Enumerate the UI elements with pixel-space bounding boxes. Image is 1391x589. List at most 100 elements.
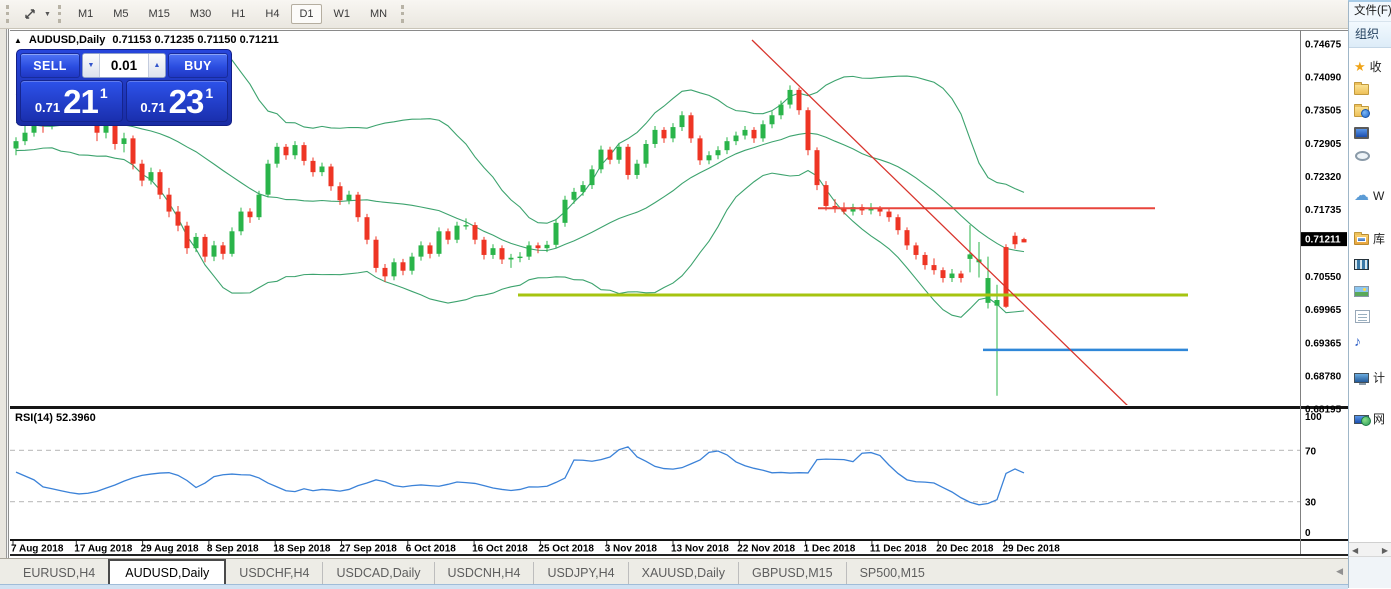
scroll-right-icon[interactable]: ▶ [1382,546,1388,555]
timeframe-button-h4[interactable]: H4 [257,4,287,24]
computer-icon [1354,373,1369,383]
explorer-item-computer[interactable]: 计 [1349,367,1391,388]
svg-text:0.68780: 0.68780 [1305,372,1342,383]
tab-eurusd-h4[interactable]: EURUSD,H4 [10,562,108,584]
tab-sp500-m15[interactable]: SP500,M15 [846,562,938,584]
timeframe-button-m30[interactable]: M30 [182,4,219,24]
recent-places-icon [1355,151,1370,161]
timeframe-button-m5[interactable]: M5 [105,4,136,24]
timeframe-button-d1[interactable]: D1 [291,4,321,24]
explorer-item-library-folder[interactable]: 库 [1349,228,1391,249]
explorer-item-desktop[interactable] [1349,122,1391,143]
svg-text:3 Nov 2018: 3 Nov 2018 [605,544,658,555]
cursor-tool-dropdown-icon[interactable]: ▼ [44,11,51,18]
date-axis[interactable]: 7 Aug 201817 Aug 201829 Aug 20188 Sep 20… [11,541,1060,555]
tab-usdjpy-h4[interactable]: USDJPY,H4 [533,562,627,584]
svg-text:100: 100 [1305,412,1322,423]
collapse-one-click-icon[interactable]: ▲ [14,36,22,45]
svg-text:0.71735: 0.71735 [1305,205,1342,216]
buy-price-display[interactable]: 0.71 23 1 [126,80,229,122]
network-icon [1354,415,1369,424]
svg-text:13 Nov 2018: 13 Nov 2018 [671,544,729,555]
explorer-item-label: 网 [1373,410,1385,427]
one-click-trading-panel: SELL ▼ 0.01 ▲ BUY 0.71 21 1 0.71 23 1 [16,49,232,126]
tab-usdchf-h4[interactable]: USDCHF,H4 [226,562,322,584]
explorer-item-label: 计 [1373,369,1385,386]
explorer-item-favorites-star[interactable]: ★收 [1349,56,1391,77]
explorer-item-picture[interactable] [1349,280,1391,301]
svg-text:20 Dec 2018: 20 Dec 2018 [936,544,994,555]
explorer-h-scrollbar[interactable]: ◀ ▶ [1349,542,1391,557]
svg-text:8 Sep 2018: 8 Sep 2018 [207,544,259,555]
document-icon [1355,310,1370,323]
svg-text:7 Aug 2018: 7 Aug 2018 [11,544,64,555]
favorites-star-icon: ★ [1354,60,1366,73]
volume-stepper: ▼ 0.01 ▲ [82,53,166,78]
explorer-nav-pane: ★收 ☁W 库 ♪ 计网 [1349,48,1391,429]
svg-text:0.70550: 0.70550 [1305,272,1342,283]
scroll-left-icon[interactable]: ◀ [1352,546,1358,555]
svg-text:0.74090: 0.74090 [1305,72,1342,83]
svg-text:0.69365: 0.69365 [1305,339,1342,350]
explorer-item-music[interactable]: ♪ [1349,330,1391,351]
svg-text:16 Oct 2018: 16 Oct 2018 [472,544,528,555]
buy-button[interactable]: BUY [168,53,228,78]
chart-left-border [0,29,10,588]
svg-text:0.73505: 0.73505 [1305,105,1342,116]
volume-decrease-icon[interactable]: ▼ [83,54,100,77]
svg-text:22 Nov 2018: 22 Nov 2018 [737,544,795,555]
price-axis[interactable]: 0.746750.740900.735050.729050.723200.717… [1301,40,1347,540]
diagonal-arrows-icon [23,7,37,21]
explorer-file-menu[interactable]: 文件(F) [1349,2,1391,22]
svg-text:29 Dec 2018: 29 Dec 2018 [1003,544,1061,555]
svg-text:70: 70 [1305,446,1317,457]
folder-icon [1354,84,1369,95]
rsi-pane [10,447,1300,505]
explorer-organize-button[interactable]: 组织 [1349,22,1391,48]
chart-symbol-label: AUDUSD,Daily [29,34,105,46]
cursor-tool-button[interactable] [16,3,44,25]
sell-price-display[interactable]: 0.71 21 1 [20,80,123,122]
sell-price-pip: 1 [100,85,108,101]
toolbar-grip[interactable] [6,5,12,23]
tab-usdcad-daily[interactable]: USDCAD,Daily [322,562,433,584]
chart-tab-bar: EURUSD,H4AUDUSD,DailyUSDCHF,H4USDCAD,Dai… [0,558,1348,584]
explorer-item-video[interactable] [1349,253,1391,274]
explorer-item-folder[interactable] [1349,78,1391,99]
explorer-item-network[interactable]: 网 [1349,408,1391,429]
explorer-item-document[interactable] [1349,306,1391,327]
explorer-item-folder-download[interactable] [1349,100,1391,121]
folder-download-icon [1354,106,1369,117]
svg-text:18 Sep 2018: 18 Sep 2018 [273,544,331,555]
sell-price-prefix: 0.71 [35,100,60,115]
explorer-item-cloud-w[interactable]: ☁W [1349,185,1391,206]
timeframe-button-w1[interactable]: W1 [326,4,359,24]
buy-price-big: 23 [169,85,204,118]
tab-usdcnh-h4[interactable]: USDCNH,H4 [434,562,534,584]
timeframe-button-m1[interactable]: M1 [70,4,101,24]
tab-audusd-daily[interactable]: AUDUSD,Daily [108,559,226,584]
tab-scroll-left-icon[interactable]: ◀ [1336,566,1343,577]
volume-increase-icon[interactable]: ▲ [148,54,165,77]
tab-xauusd-daily[interactable]: XAUUSD,Daily [628,562,738,584]
explorer-item-recent-places[interactable] [1349,144,1391,165]
explorer-item-label: 库 [1373,230,1385,247]
tab-gbpusd-m15[interactable]: GBPUSD,M15 [738,562,846,584]
volume-input[interactable]: 0.01 [100,54,148,77]
svg-text:0.74675: 0.74675 [1305,40,1342,51]
svg-text:1 Dec 2018: 1 Dec 2018 [804,544,856,555]
timeframe-button-mn[interactable]: MN [362,4,395,24]
svg-text:0.69965: 0.69965 [1305,305,1342,316]
timeframe-button-h1[interactable]: H1 [223,4,253,24]
svg-text:0.72320: 0.72320 [1305,172,1342,183]
toolbar-grip[interactable] [401,5,407,23]
cloud-w-icon: ☁ [1354,188,1369,203]
chart-title: ▲ AUDUSD,Daily 0.71153 0.71235 0.71150 0… [14,34,279,46]
buy-price-pip: 1 [205,85,213,101]
library-folder-icon [1354,234,1369,245]
candlesticks [14,85,1027,395]
sell-button[interactable]: SELL [20,53,80,78]
chart-overlay-lines[interactable] [518,40,1188,408]
toolbar-grip[interactable] [58,5,64,23]
timeframe-button-m15[interactable]: M15 [141,4,178,24]
